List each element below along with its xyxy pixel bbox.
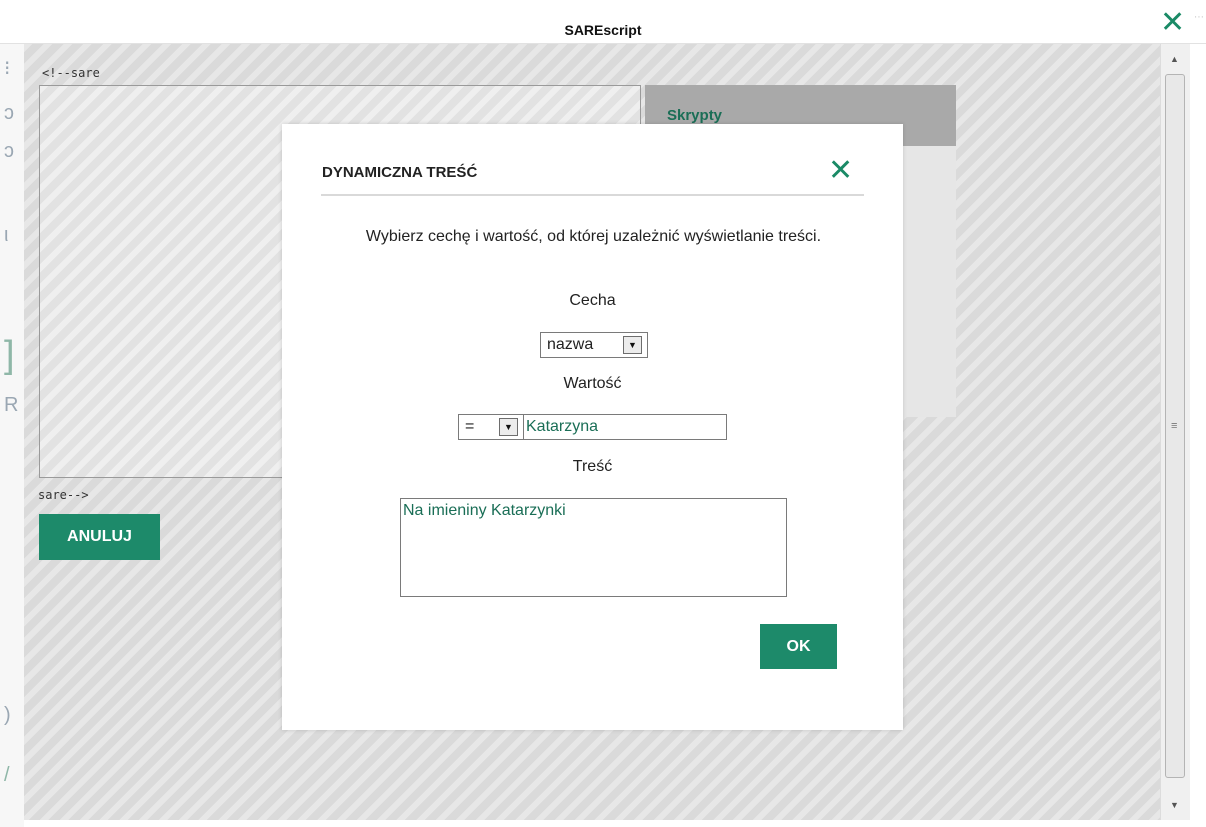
- feature-select[interactable]: nazwa ▼: [540, 332, 648, 358]
- ok-button[interactable]: OK: [760, 624, 837, 669]
- open-tag-label: <!--sare: [42, 66, 100, 80]
- operator-select[interactable]: = ▼: [458, 414, 524, 440]
- scroll-thumb[interactable]: ≡: [1165, 74, 1185, 778]
- dialog-divider: [321, 194, 864, 196]
- scroll-up-icon[interactable]: ▲: [1170, 54, 1179, 64]
- background-glyph: ι: [4, 224, 9, 246]
- feature-select-value: nazwa: [547, 336, 594, 353]
- background-page-strip: ⁝ ↄ ↄ ι ] R ) /: [0, 44, 24, 827]
- close-icon[interactable]: ✕: [828, 156, 853, 186]
- background-glyph: /: [4, 764, 10, 786]
- close-icon[interactable]: ✕: [1160, 8, 1185, 38]
- feature-label: Cecha: [569, 292, 616, 309]
- operator-select-value: =: [465, 418, 475, 435]
- close-tag-label: sare-->: [38, 488, 89, 502]
- window-titlebar: SAREscript ✕ ⋯: [0, 0, 1206, 44]
- value-input[interactable]: Katarzyna: [523, 414, 727, 440]
- chevron-down-icon[interactable]: ▼: [623, 336, 642, 354]
- content-textarea[interactable]: Na imieniny Katarzynki: [400, 498, 787, 597]
- content-label: Treść: [572, 458, 613, 475]
- vertical-scrollbar[interactable]: ▲ ≡ ▼: [1160, 44, 1190, 820]
- scroll-down-icon[interactable]: ▼: [1170, 800, 1179, 810]
- corner-decoration: ⋯: [1194, 12, 1204, 23]
- background-glyph: R: [4, 394, 19, 416]
- background-glyph: ): [4, 704, 11, 726]
- dialog-description: Wybierz cechę i wartość, od której uzale…: [365, 228, 822, 245]
- dialog-title: DYNAMICZNA TREŚĆ: [322, 164, 478, 181]
- background-glyph: ⁝: [4, 58, 11, 80]
- window-title: SAREscript: [564, 22, 642, 38]
- grip-icon: ≡: [1171, 420, 1178, 432]
- dynamic-content-dialog: DYNAMICZNA TREŚĆ ✕ Wybierz cechę i warto…: [282, 124, 903, 730]
- cancel-button[interactable]: ANULUJ: [39, 514, 160, 560]
- value-label: Wartość: [563, 375, 622, 392]
- background-glyph: ↄ: [4, 102, 14, 124]
- background-glyph: ↄ: [4, 140, 14, 162]
- chevron-down-icon[interactable]: ▼: [499, 418, 518, 436]
- background-glyph: ]: [4, 334, 15, 376]
